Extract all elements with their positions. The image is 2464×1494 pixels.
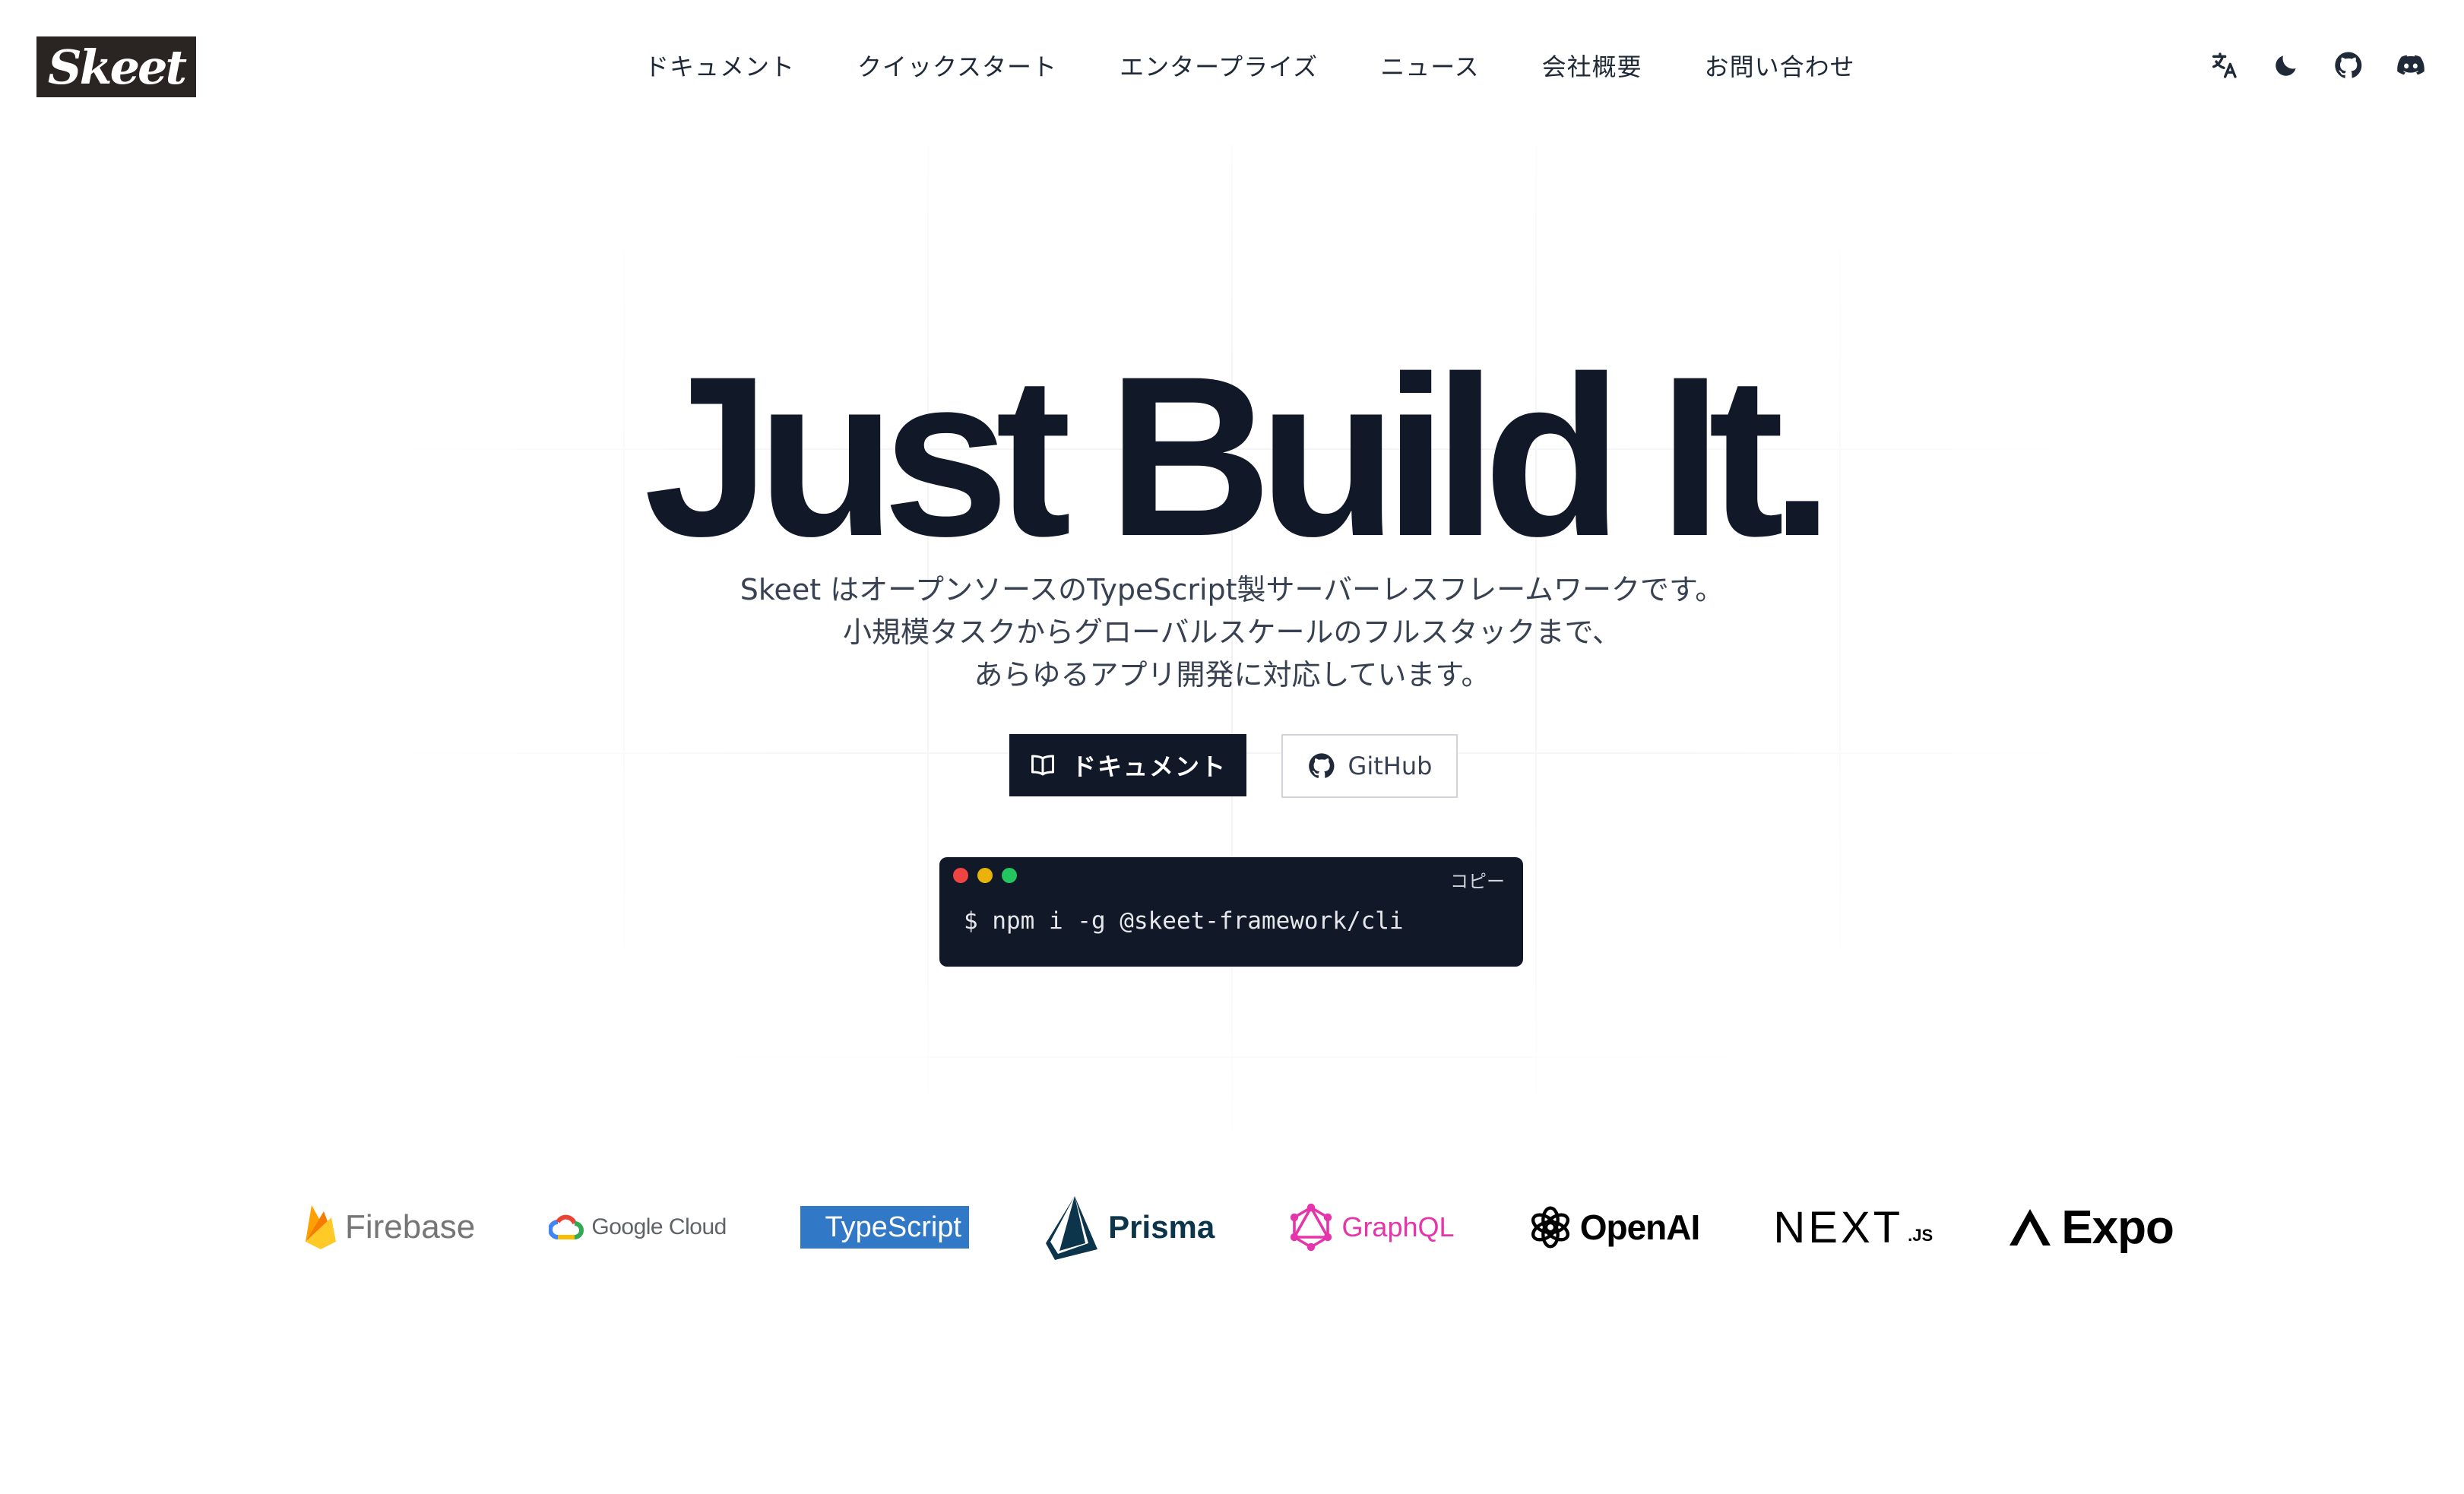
nav-docs[interactable]: ドキュメント — [645, 49, 795, 85]
github-icon[interactable] — [2332, 49, 2365, 82]
hero-actions: ドキュメント GitHub — [1009, 734, 1458, 798]
graphql-icon — [1291, 1203, 1332, 1252]
logo-text: Skeet — [47, 39, 187, 95]
prisma-logo: Prisma — [1043, 1193, 1215, 1261]
github-button-label: GitHub — [1348, 752, 1433, 780]
firebase-logo: Firebase — [304, 1204, 475, 1251]
google-cloud-label: Google Cloud — [591, 1214, 727, 1239]
hero-description: Skeet はオープンソースのTypeScript製サーバーレスフレームワークで… — [0, 568, 2464, 696]
google-cloud-logo: Google Cloud — [549, 1214, 727, 1240]
translate-icon[interactable] — [2207, 49, 2241, 82]
nav-quickstart[interactable]: クイックスタート — [857, 49, 1057, 85]
docs-button-label: ドキュメント — [1071, 752, 1227, 781]
nextjs-suffix: .JS — [1908, 1226, 1934, 1245]
book-icon — [1031, 755, 1054, 776]
minimize-dot — [977, 868, 993, 883]
typescript-logo: TypeScript — [800, 1206, 969, 1249]
firebase-flame-icon — [306, 1205, 336, 1249]
nav-news[interactable]: ニュース — [1380, 49, 1479, 85]
skeet-logo[interactable]: Skeet — [36, 36, 196, 97]
copy-button[interactable]: コピー — [1450, 866, 1505, 893]
tech-logos: Firebase Google Cloud TypeScript Prisma — [304, 1193, 2174, 1261]
firebase-label: Firebase — [345, 1208, 476, 1246]
graphql-logo: GraphQL — [1288, 1203, 1455, 1252]
install-terminal: コピー $ npm i -g @skeet-framework/cli — [939, 857, 1523, 967]
install-command: $ npm i -g @skeet-framework/cli — [964, 907, 1404, 935]
site-header: Skeet ドキュメント クイックスタート エンタープライズ ニュース 会社概要… — [0, 0, 2464, 134]
expo-label: Expo — [2061, 1201, 2174, 1254]
graphql-label: GraphQL — [1341, 1211, 1455, 1242]
window-dots — [953, 868, 1017, 883]
nav-enterprise[interactable]: エンタープライズ — [1120, 49, 1318, 85]
discord-icon[interactable] — [2394, 49, 2428, 82]
hero-title: Just Build It. — [644, 328, 1834, 584]
nextjs-logo: NEXT .JS — [1773, 1202, 1933, 1253]
expo-icon — [2010, 1209, 2051, 1246]
typescript-label: TypeScript — [825, 1211, 961, 1243]
maximize-dot — [1002, 868, 1017, 883]
moon-icon[interactable] — [2269, 49, 2303, 82]
nav-contact[interactable]: お問い合わせ — [1705, 49, 1855, 85]
openai-icon — [1531, 1206, 1569, 1249]
close-dot — [953, 868, 968, 883]
openai-logo: OpenAI — [1528, 1205, 1700, 1249]
google-cloud-icon — [549, 1214, 584, 1239]
prisma-icon — [1046, 1196, 1098, 1260]
header-actions — [2207, 49, 2428, 82]
main-nav: ドキュメント クイックスタート エンタープライズ ニュース 会社概要 お問い合わ… — [645, 49, 1855, 85]
openai-label: OpenAI — [1579, 1208, 1701, 1247]
prisma-label: Prisma — [1108, 1209, 1215, 1245]
hero-description-line: Skeet はオープンソースのTypeScript製サーバーレスフレームワークで… — [740, 573, 1724, 606]
nextjs-label: NEXT — [1773, 1202, 1904, 1252]
hero-description-line: 小規模タスクからグローバルスケールのフルスタックまで、 — [842, 616, 1622, 649]
hero-description-line: あらゆるアプリ開発に対応しています。 — [974, 658, 1490, 692]
nav-company[interactable]: 会社概要 — [1542, 49, 1642, 85]
docs-button[interactable]: ドキュメント — [1009, 734, 1246, 796]
github-icon — [1308, 753, 1335, 778]
github-button[interactable]: GitHub — [1281, 734, 1458, 798]
expo-logo: Expo — [2006, 1201, 2174, 1255]
